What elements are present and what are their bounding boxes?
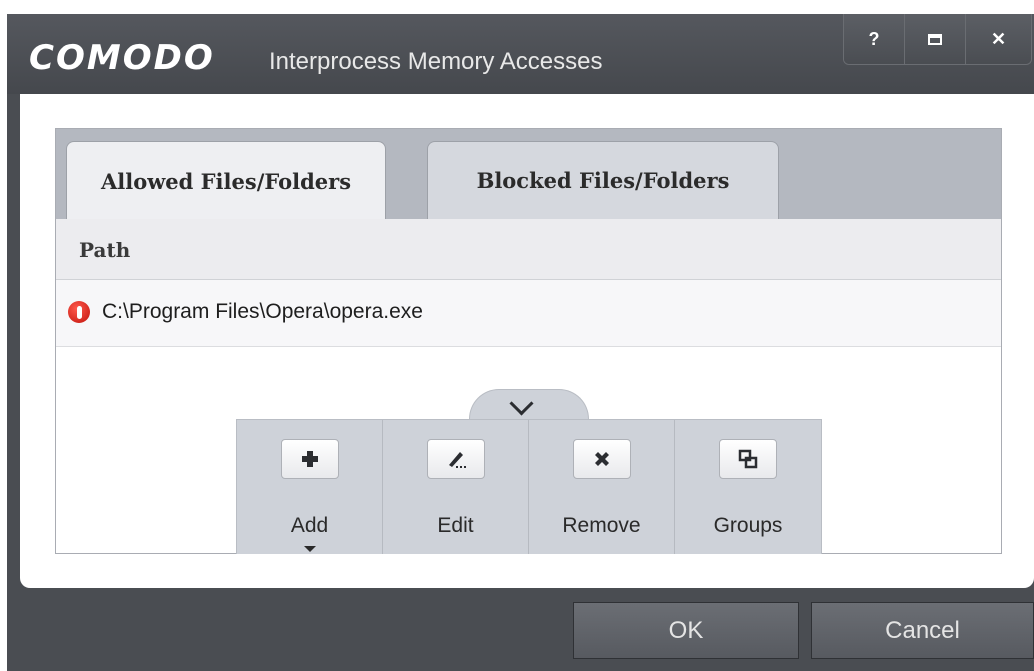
groups-icon: [719, 439, 777, 479]
tab-blocked-files-folders[interactable]: Blocked Files/Folders: [427, 141, 779, 219]
tab-container: Allowed Files/Folders Blocked Files/Fold…: [55, 128, 1002, 554]
help-button[interactable]: ?: [844, 14, 905, 64]
content-panel: Allowed Files/Folders Blocked Files/Fold…: [20, 94, 1034, 588]
column-header-path[interactable]: Path: [56, 219, 1001, 280]
dialog-window: COMODO Interprocess Memory Accesses ? ✕ …: [7, 14, 1034, 671]
opera-icon: [68, 301, 90, 323]
remove-label: Remove: [562, 514, 641, 537]
plus-icon: [281, 439, 339, 479]
ok-button[interactable]: OK: [573, 602, 799, 659]
chevron-down-icon: [509, 391, 534, 416]
column-header-label: Path: [79, 238, 131, 262]
tab-allowed-files-folders[interactable]: Allowed Files/Folders: [66, 141, 386, 220]
maximize-button[interactable]: [905, 14, 966, 64]
pencil-icon: [427, 439, 485, 479]
window-controls: ? ✕: [843, 14, 1032, 65]
groups-button[interactable]: Groups: [675, 420, 821, 554]
cancel-button[interactable]: Cancel: [811, 602, 1034, 659]
remove-button[interactable]: Remove: [529, 420, 675, 554]
close-button[interactable]: ✕: [966, 14, 1031, 64]
add-label: Add: [290, 514, 329, 537]
tab-strip: Allowed Files/Folders Blocked Files/Fold…: [56, 129, 1001, 220]
dropdown-arrow-icon: [304, 546, 316, 552]
maximize-icon: [928, 33, 942, 45]
title-bar[interactable]: COMODO Interprocess Memory Accesses ? ✕: [7, 14, 1034, 94]
edit-label: Edit: [437, 514, 474, 537]
close-x-icon: [573, 439, 631, 479]
add-button[interactable]: Add: [237, 420, 383, 554]
comodo-logo: COMODO: [29, 38, 215, 78]
window-title: Interprocess Memory Accesses: [269, 48, 603, 75]
row-path: C:\Program Files\Opera\opera.exe: [102, 300, 423, 323]
groups-label: Groups: [713, 514, 783, 537]
action-toolbar: Add Edit Remove Groups: [236, 419, 822, 554]
edit-button[interactable]: Edit: [383, 420, 529, 554]
table-row[interactable]: C:\Program Files\Opera\opera.exe: [56, 280, 1001, 347]
